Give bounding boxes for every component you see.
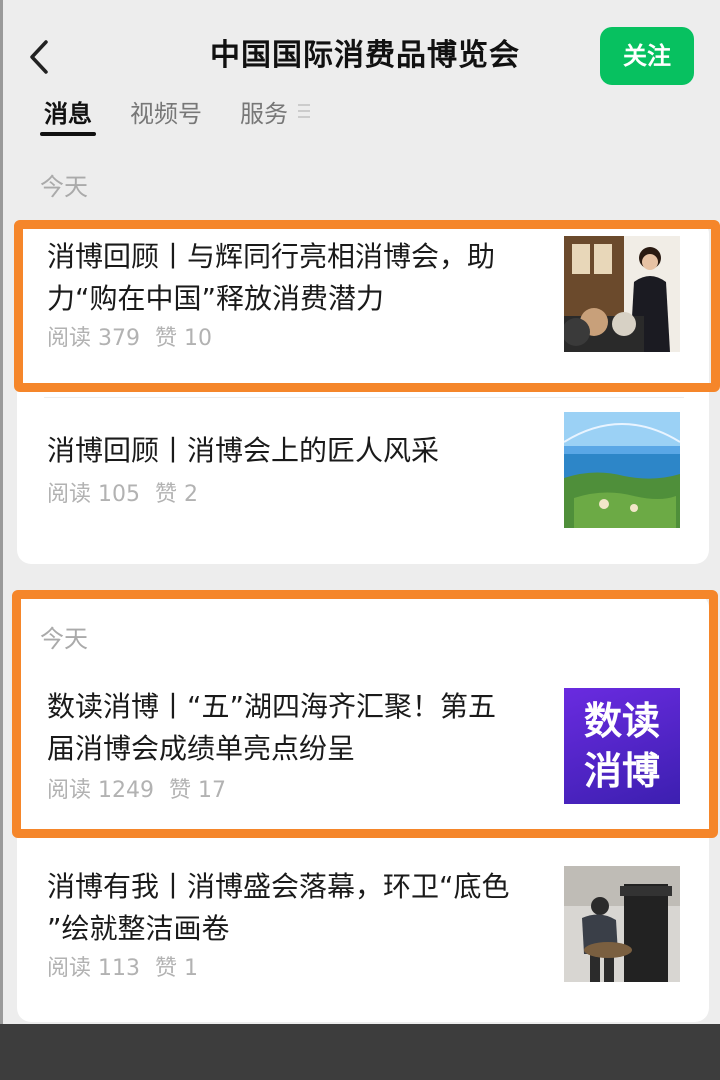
system-navigation-bar <box>0 1024 720 1080</box>
menu-lines-icon[interactable] <box>298 104 310 122</box>
article-title[interactable]: 消博有我丨消博盛会落幕，环卫“底色 ”绘就整洁画卷 <box>47 866 547 950</box>
tab-services[interactable]: 服务 <box>240 96 288 132</box>
like-count: 赞 2 <box>155 482 198 507</box>
like-count: 赞 1 <box>155 956 198 981</box>
account-page: 中国国际消费品博览会 关注 消息 视频号 服务 今天 消博回顾丨与辉同行亮相消博… <box>0 0 720 1024</box>
highlight-frame <box>12 590 718 838</box>
edge-strip <box>0 0 3 1024</box>
divider <box>44 397 684 398</box>
article-title[interactable]: 消博回顾丨消博会上的匠人风采 <box>47 430 547 472</box>
island-photo-thumbnail[interactable] <box>564 412 680 528</box>
page-title: 中国国际消费品博览会 <box>210 38 520 73</box>
highlight-frame <box>14 220 720 392</box>
back-arrow-icon[interactable] <box>24 38 58 76</box>
tab-video-channel[interactable]: 视频号 <box>130 96 202 132</box>
article-stats: 阅读 105 赞 2 <box>47 480 206 510</box>
active-tab-indicator <box>40 132 96 136</box>
follow-button[interactable]: 关注 <box>600 27 694 85</box>
sanitation-worker-photo-thumbnail[interactable] <box>564 866 680 982</box>
read-count: 阅读 105 <box>47 482 140 507</box>
article-stats: 阅读 113 赞 1 <box>47 954 206 984</box>
read-count: 阅读 113 <box>47 956 140 981</box>
date-label: 今天 <box>40 173 88 201</box>
tab-messages[interactable]: 消息 <box>44 96 92 132</box>
